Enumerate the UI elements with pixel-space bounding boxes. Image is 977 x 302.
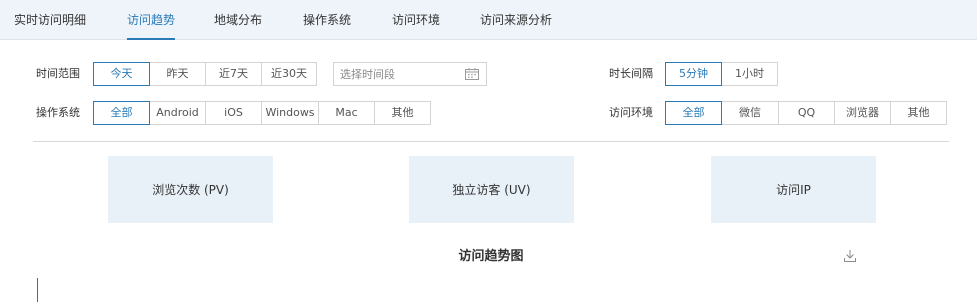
calendar-icon[interactable]: [465, 68, 479, 80]
tab-bar: 实时访问明细 访问趋势 地域分布 操作系统 访问环境 访问来源分析: [0, 0, 977, 40]
stat-card-ip[interactable]: 访问IP: [711, 156, 876, 223]
date-range-input[interactable]: [334, 63, 454, 86]
os-windows-button[interactable]: Windows: [261, 101, 319, 125]
interval-5min-button[interactable]: 5分钟: [665, 62, 722, 86]
chart-title: 访问趋势图: [458, 249, 524, 264]
os-android-button[interactable]: Android: [149, 101, 206, 125]
tab-visit-trend[interactable]: 访问趋势: [127, 0, 176, 40]
time-range-label: 时间范围: [36, 67, 80, 80]
env-wechat-button[interactable]: 微信: [721, 101, 779, 125]
os-label: 操作系统: [36, 106, 80, 119]
time-30days-button[interactable]: 近30天: [261, 62, 317, 86]
env-label: 访问环境: [609, 106, 653, 119]
chart-y-axis: [37, 278, 38, 302]
tab-environment[interactable]: 访问环境: [392, 0, 440, 40]
stat-card-ip-label: 访问IP: [776, 183, 811, 197]
stat-card-uv[interactable]: 独立访客 (UV): [409, 156, 574, 223]
stat-card-uv-label: 独立访客 (UV): [452, 183, 531, 197]
date-range-picker[interactable]: [333, 62, 487, 86]
os-other-button[interactable]: 其他: [374, 101, 431, 125]
interval-label: 时长间隔: [609, 67, 653, 80]
env-browser-button[interactable]: 浏览器: [834, 101, 891, 125]
env-all-button[interactable]: 全部: [665, 101, 722, 125]
tab-os[interactable]: 操作系统: [303, 0, 351, 40]
tab-source-analysis[interactable]: 访问来源分析: [480, 0, 552, 40]
time-today-button[interactable]: 今天: [93, 62, 150, 86]
env-qq-button[interactable]: QQ: [778, 101, 835, 125]
time-7days-button[interactable]: 近7天: [205, 62, 262, 86]
time-yesterday-button[interactable]: 昨天: [149, 62, 206, 86]
download-icon[interactable]: [843, 249, 857, 263]
interval-1hour-button[interactable]: 1小时: [721, 62, 778, 86]
os-mac-button[interactable]: Mac: [318, 101, 375, 125]
stat-card-pv[interactable]: 浏览次数 (PV): [108, 156, 273, 223]
stat-card-pv-label: 浏览次数 (PV): [152, 183, 229, 197]
divider: [33, 141, 949, 142]
os-ios-button[interactable]: iOS: [205, 101, 262, 125]
env-other-button[interactable]: 其他: [890, 101, 947, 125]
tab-region[interactable]: 地域分布: [214, 0, 262, 40]
os-all-button[interactable]: 全部: [93, 101, 150, 125]
tab-realtime-detail[interactable]: 实时访问明细: [14, 0, 86, 40]
